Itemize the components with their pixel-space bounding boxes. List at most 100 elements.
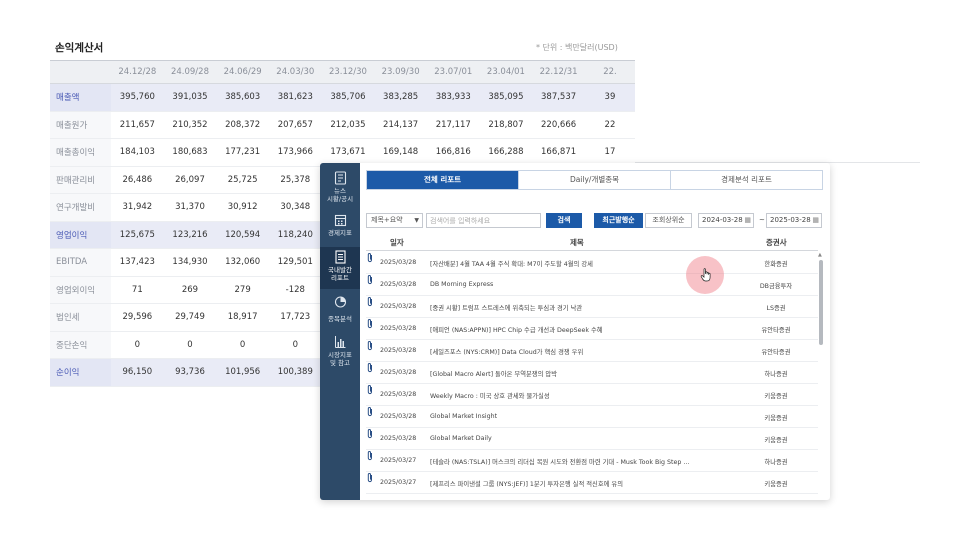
tab-economic-reports[interactable]: 경제분석 리포트 xyxy=(671,171,822,189)
attachment-icon[interactable] xyxy=(366,428,374,439)
calendar-icon[interactable]: ▦ xyxy=(812,214,819,227)
table-row: 매출총이익 184,103 180,683 177,231 173,966 173,671… xyxy=(50,138,635,167)
income-statement-title: 손익계산서 xyxy=(55,42,104,54)
report-title[interactable]: [애피언 (NAS:APPN)] HPC Chip 수급 개선과 DeepSee… xyxy=(430,325,730,334)
attachment-icon[interactable] xyxy=(366,362,374,373)
attachment-icon[interactable] xyxy=(366,472,374,483)
search-filter-value: 제목+요약 xyxy=(371,216,403,224)
news-icon xyxy=(334,171,346,185)
report-title[interactable]: [테슬라 (NAS:TSLA)] 머스크의 리더십 복원 시도와 전환점 마련 … xyxy=(430,457,730,466)
report-date: 2025/03/28 xyxy=(380,325,417,332)
sort-views-button[interactable]: 조회상위순 xyxy=(645,213,692,228)
report-date: 2025/03/27 xyxy=(380,479,417,486)
report-title[interactable]: Global Market Insight xyxy=(430,413,730,420)
report-row[interactable]: 2025/03/28 [세일즈포스 (NYS:CRM)] Data Cloud가 … xyxy=(366,340,818,362)
table-cell: -128 xyxy=(268,276,322,304)
scrollbar-thumb[interactable] xyxy=(819,260,823,345)
table-cell: 30,348 xyxy=(268,193,322,222)
search-input[interactable] xyxy=(426,213,541,228)
sidebar-label: 국내발간 xyxy=(328,266,352,274)
sidebar-item-economic[interactable]: 경제지표 xyxy=(320,211,360,241)
sidebar-item-stock-analysis[interactable]: 종목분석 xyxy=(320,293,360,327)
report-row[interactable]: 2025/03/28 DB Morning Express DB금융투자 xyxy=(366,274,818,296)
report-row[interactable]: 2025/03/28 Global Market Insight 키움증권 xyxy=(366,406,818,428)
period-header-row: 24.12/28 24.09/28 24.06/29 24.03/30 23.12/30… xyxy=(50,60,635,84)
attachment-icon[interactable] xyxy=(366,274,374,285)
report-date: 2025/03/28 xyxy=(380,369,417,376)
table-cell: 132,060 xyxy=(216,248,269,277)
sort-recent-button[interactable]: 최근발행순 xyxy=(594,213,643,228)
table-cell: 39 xyxy=(584,83,635,112)
report-icon xyxy=(334,250,346,264)
report-date: 2025/03/28 xyxy=(380,435,417,442)
table-cell: 0 xyxy=(216,331,269,359)
row-label: 순이익 xyxy=(50,358,111,387)
table-cell: 381,623 xyxy=(268,83,322,112)
table-cell: 218,807 xyxy=(479,111,533,139)
report-row[interactable]: 2025/03/28 Weekly Macro : 미국 상호 관세와 물가실성 키… xyxy=(366,384,818,406)
row-label: 매출원가 xyxy=(50,111,111,139)
report-broker: 유안타증권 xyxy=(761,327,791,334)
panel-sidebar: 뉴스 시황/공시 경제지표 국내발간 리포트 종목분석 시장지표 및 참고 xyxy=(320,163,360,500)
report-title[interactable]: [세일즈포스 (NYS:CRM)] Data Cloud가 핵심 경쟁 우위 xyxy=(430,347,730,356)
attachment-icon[interactable] xyxy=(366,252,374,263)
attachment-icon[interactable] xyxy=(366,340,374,351)
search-filter-select[interactable]: 제목+요약 ▼ xyxy=(366,213,423,228)
sidebar-item-market-indicators[interactable]: 시장지표 및 참고 xyxy=(320,333,360,373)
table-cell: 29,749 xyxy=(163,303,217,332)
tab-daily-stocks[interactable]: Daily/개별종목 xyxy=(519,171,671,189)
report-title[interactable]: [중권 시황] 트럼프 스트레스에 위축되는 투심과 경기 낙관 xyxy=(430,303,730,312)
table-cell: 137,423 xyxy=(111,248,164,277)
report-list-area: 전체 리포트 Daily/개별종목 경제분석 리포트 제목+요약 ▼ 검색 최근… xyxy=(366,170,824,500)
tab-all-reports[interactable]: 전체 리포트 xyxy=(367,171,519,189)
report-date: 2025/03/28 xyxy=(380,413,417,420)
calendar-icon[interactable]: ▦ xyxy=(744,214,751,227)
table-cell: 383,933 xyxy=(426,83,480,112)
search-button[interactable]: 검색 xyxy=(546,213,582,228)
report-row[interactable]: 2025/03/28 [Global Macro Alert] 돌아온 무역분쟁의… xyxy=(366,362,818,384)
report-title[interactable]: DB Morning Express xyxy=(430,281,730,288)
table-cell: 387,537 xyxy=(532,83,585,112)
report-list: 2025/03/28 [자산배분] 4월 TAA 4월 주식 확대: M7이 주도… xyxy=(366,252,818,500)
header-title: 제목 xyxy=(570,238,584,247)
table-cell: 279 xyxy=(216,276,269,304)
report-row[interactable]: 2025/03/28 Global Market Daily 키움증권 xyxy=(366,428,818,450)
table-cell: 166,816 xyxy=(426,138,480,167)
table-cell: 217,117 xyxy=(426,111,480,139)
report-row[interactable]: 2025/03/28 [애피언 (NAS:APPN)] HPC Chip 수급 개… xyxy=(366,318,818,340)
period-header: 23.12/30 xyxy=(321,60,375,84)
period-header: 24.06/29 xyxy=(216,60,269,84)
report-row[interactable]: 2025/03/28 [중권 시황] 트럼프 스트레스에 위축되는 투심과 경기 … xyxy=(366,296,818,318)
scroll-up-arrow[interactable]: ▲ xyxy=(818,252,822,258)
attachment-icon[interactable] xyxy=(366,384,374,395)
attachment-icon[interactable] xyxy=(366,318,374,329)
attachment-icon[interactable] xyxy=(366,450,374,461)
date-to-field[interactable]: 2025-03-28 ▦ xyxy=(766,213,822,228)
report-title[interactable]: [자산배분] 4월 TAA 4월 주식 확대: M7이 주도할 4월의 강세 xyxy=(430,259,730,268)
attachment-icon[interactable] xyxy=(366,406,374,417)
table-cell: 25,725 xyxy=(216,166,269,194)
report-broker: DB금융투자 xyxy=(759,283,793,290)
report-row[interactable]: 2025/03/28 [자산배분] 4월 TAA 4월 주식 확대: M7이 주도… xyxy=(366,252,818,274)
period-header: 24.12/28 xyxy=(111,60,164,84)
table-cell: 17 xyxy=(584,138,635,167)
table-cell: 391,035 xyxy=(163,83,217,112)
sidebar-label: 시장지표 xyxy=(328,351,352,359)
report-title[interactable]: [제프리스 파이낸셜 그룹 (NYS:JEF)] 1분기 투자은행 실적 적신호… xyxy=(430,479,730,488)
report-title[interactable]: Global Market Daily xyxy=(430,435,730,442)
report-row[interactable]: 2025/03/27 [제프리스 파이낸셜 그룹 (NYS:JEF)] 1분기 투… xyxy=(366,472,818,494)
table-cell: 93,736 xyxy=(163,358,217,387)
date-from-field[interactable]: 2024-03-28 ▦ xyxy=(698,213,754,228)
date-from-value: 2024-03-28 xyxy=(702,216,743,224)
sidebar-item-domestic-reports[interactable]: 국내발간 리포트 xyxy=(320,247,360,289)
report-broker: LS증권 xyxy=(766,305,786,312)
table-cell: 120,594 xyxy=(216,221,269,249)
attachment-icon[interactable] xyxy=(366,296,374,307)
report-title[interactable]: Weekly Macro : 미국 상호 관세와 물가실성 xyxy=(430,391,730,400)
report-row[interactable]: 2025/03/27 [테슬라 (NAS:TSLA)] 머스크의 리더십 복원 시… xyxy=(366,450,818,472)
report-title[interactable]: [Global Macro Alert] 돌아온 무역분쟁의 압박 xyxy=(430,369,730,378)
sidebar-item-news[interactable]: 뉴스 시황/공시 xyxy=(320,169,360,205)
pie-chart-icon xyxy=(334,296,346,308)
table-cell: 125,675 xyxy=(111,221,164,249)
table-cell: 385,095 xyxy=(479,83,533,112)
